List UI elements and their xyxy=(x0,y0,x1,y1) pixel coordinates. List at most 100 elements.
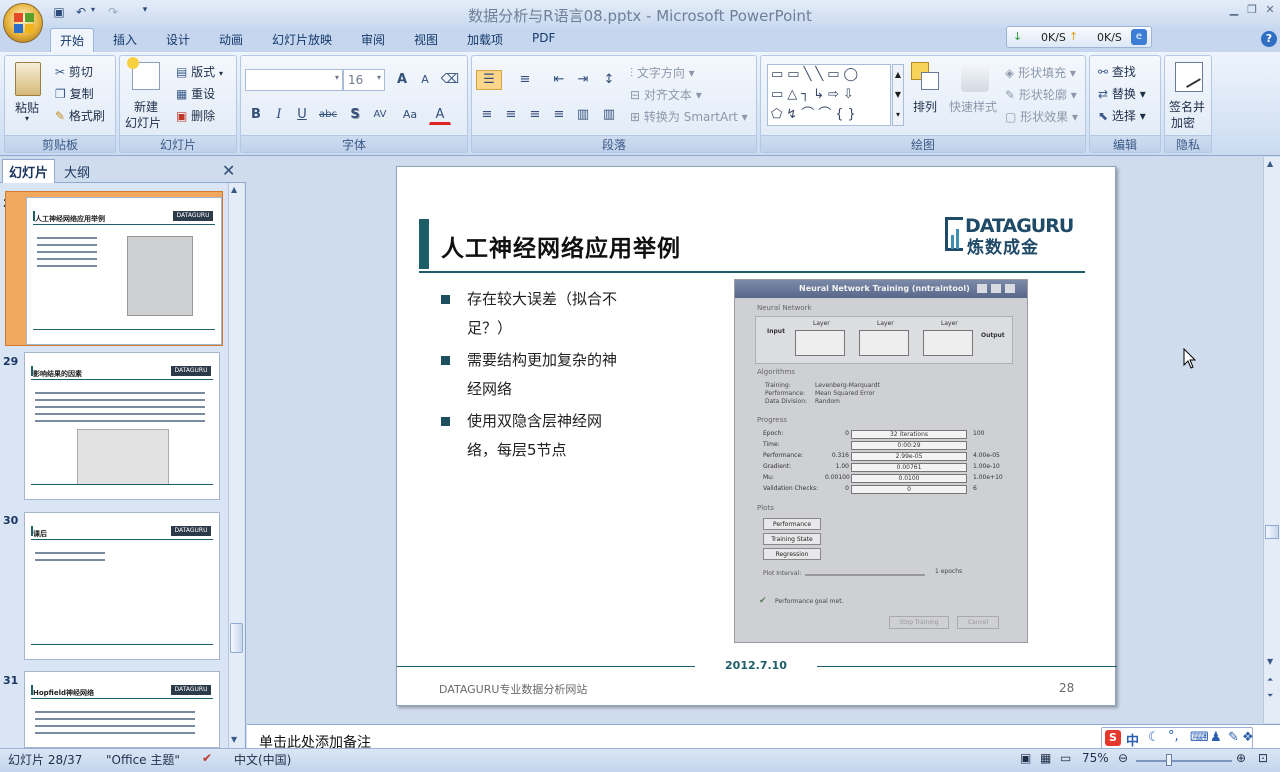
close-icon[interactable]: ✕ xyxy=(1260,3,1280,17)
distributed-button[interactable]: ▥ xyxy=(572,105,594,125)
zoom-slider-thumb[interactable] xyxy=(1166,754,1172,766)
font-color-button[interactable]: A xyxy=(429,105,451,125)
tab-slideshow[interactable]: 幻灯片放映 xyxy=(272,31,332,48)
columns-button[interactable]: ▥ xyxy=(596,105,622,125)
shadow-button[interactable]: S xyxy=(344,105,366,125)
new-slide-label-1[interactable]: 新建 xyxy=(134,98,158,115)
align-center-button[interactable]: ≡ xyxy=(500,105,522,125)
find-button[interactable]: ⚯ 查找 xyxy=(1098,63,1136,80)
quick-styles-button[interactable]: 快速样式 xyxy=(949,98,997,115)
sogou-icon[interactable]: S xyxy=(1105,730,1121,746)
scroll-down-icon[interactable]: ▼ xyxy=(231,735,237,744)
layout-button[interactable]: ▤ 版式 ▾ xyxy=(176,63,223,80)
shape-outline-button[interactable]: ✎ 形状轮廓 ▾ xyxy=(1005,86,1077,103)
nntraintool-screenshot[interactable]: Neural Network Training (nntraintool) Ne… xyxy=(734,279,1028,643)
char-spacing-button[interactable]: AV xyxy=(367,105,393,125)
bold-button[interactable]: B xyxy=(245,105,267,125)
next-slide-icon[interactable]: ⏷ xyxy=(1267,691,1273,701)
shapes-gallery-scroll[interactable]: ▲ ▼ ▾ xyxy=(892,64,904,126)
shrink-font-button[interactable]: A xyxy=(414,70,436,90)
zoom-level[interactable]: 75% xyxy=(1082,751,1109,765)
grow-font-button[interactable]: A xyxy=(391,70,413,90)
spellcheck-icon[interactable]: ✔ xyxy=(202,751,212,765)
align-left-button[interactable]: ≡ xyxy=(476,105,498,125)
select-button[interactable]: ⬉ 选择 ▾ xyxy=(1098,107,1146,124)
slide-scrollbar[interactable]: ▲ ▼ ⏶ ⏷ xyxy=(1263,157,1280,723)
shape-fill-button[interactable]: ◈ 形状填充 ▾ xyxy=(1005,64,1076,81)
skin-icon[interactable]: ❖ xyxy=(1242,730,1254,745)
pane-scroll-thumb[interactable] xyxy=(230,623,243,653)
zoom-out-icon[interactable]: ⊖ xyxy=(1118,751,1128,765)
clear-format-icon[interactable]: ⌫ xyxy=(439,70,461,90)
numbering-button[interactable]: ≡ xyxy=(512,70,538,90)
ime-language[interactable]: 中 xyxy=(1126,730,1139,749)
italic-button[interactable]: I xyxy=(268,105,290,125)
replace-button[interactable]: ⇄ 替换 ▾ xyxy=(1098,85,1146,102)
normal-view-icon[interactable]: ▣ xyxy=(1020,751,1031,765)
quick-styles-icon[interactable] xyxy=(961,64,989,92)
close-pane-icon[interactable]: ✕ xyxy=(222,161,235,180)
pane-scrollbar[interactable]: ▲ ▼ xyxy=(228,183,244,748)
font-size-field[interactable]: 16 ▾ xyxy=(343,69,385,91)
scroll-down-icon[interactable]: ▼ xyxy=(1267,657,1273,666)
increase-indent-button[interactable]: ⇥ xyxy=(572,70,594,90)
tab-insert[interactable]: 插入 xyxy=(113,31,137,48)
tab-addins[interactable]: 加载项 xyxy=(467,31,503,48)
sign-encrypt-label-1[interactable]: 签名并 xyxy=(1169,98,1205,115)
slide-canvas[interactable]: 人工神经网络应用举例 DATAGURU 炼数成金 存在较大误差（拟合不足？） 需… xyxy=(396,166,1117,706)
tab-animations[interactable]: 动画 xyxy=(219,31,243,48)
justify-button[interactable]: ≡ xyxy=(548,105,570,125)
tab-pdf[interactable]: PDF xyxy=(532,31,555,45)
paste-dropdown-icon[interactable]: ▾ xyxy=(25,114,29,123)
tab-slides-pane[interactable]: 幻灯片 xyxy=(2,159,56,183)
keyboard-icon[interactable]: ⌨ xyxy=(1190,730,1209,745)
slide-thumbnail-30[interactable]: 课后 DATAGURU xyxy=(24,512,220,660)
tab-home[interactable]: 开始 xyxy=(50,28,95,52)
zoom-slider[interactable] xyxy=(1136,760,1232,762)
arrange-button[interactable]: 排列 xyxy=(913,98,937,115)
reset-button[interactable]: ▦ 重设 xyxy=(176,85,215,102)
fit-to-window-icon[interactable]: ⊡ xyxy=(1258,751,1268,765)
align-right-button[interactable]: ≡ xyxy=(524,105,546,125)
office-button[interactable] xyxy=(3,3,43,43)
slideshow-view-icon[interactable]: ▭ xyxy=(1060,751,1071,765)
previous-slide-icon[interactable]: ⏶ xyxy=(1267,675,1273,685)
slide-title[interactable]: 人工神经网络应用举例 xyxy=(441,229,681,263)
slide-scroll-thumb[interactable] xyxy=(1265,525,1279,539)
punctuation-icon[interactable]: °, xyxy=(1168,729,1179,744)
scroll-up-icon[interactable]: ▲ xyxy=(1267,159,1273,168)
slide-sorter-icon[interactable]: ▦ xyxy=(1040,751,1051,765)
slide-thumbnail-28[interactable]: 人工神经网络应用举例 DATAGURU xyxy=(5,191,223,346)
zoom-in-icon[interactable]: ⊕ xyxy=(1236,751,1246,765)
restore-icon[interactable]: ❐ xyxy=(1242,3,1262,17)
tab-view[interactable]: 视图 xyxy=(414,31,438,48)
format-painter-button[interactable]: ✎ 格式刷 xyxy=(55,107,105,124)
moon-icon[interactable]: ☾ xyxy=(1148,730,1160,745)
font-name-field[interactable]: ▾ xyxy=(245,69,343,91)
shapes-gallery[interactable]: ▭▭╲╲▭◯ ▭△┐↳⇨⇩ ⬠↯⌒⌒{} xyxy=(767,64,891,126)
strikethrough-button[interactable]: abc xyxy=(315,105,341,125)
copy-button[interactable]: ❐ 复制 xyxy=(55,85,94,102)
slide-thumbnail-31[interactable]: Hopfield神经网络 DATAGURU xyxy=(24,671,220,748)
change-case-button[interactable]: Aa xyxy=(397,105,423,125)
shape-effects-button[interactable]: ▢ 形状效果 ▾ xyxy=(1005,108,1078,125)
text-direction-button[interactable]: ⫶ 文字方向 ▾ xyxy=(630,64,695,81)
tab-design[interactable]: 设计 xyxy=(166,31,190,48)
align-text-button[interactable]: ⊟ 对齐文本 ▾ xyxy=(630,86,702,103)
tab-outline-pane[interactable]: 大纲 xyxy=(64,162,90,181)
smartart-button[interactable]: ⊞ 转换为 SmartArt ▾ xyxy=(630,108,748,125)
wrench-icon[interactable]: ✎ xyxy=(1228,730,1239,745)
language-status[interactable]: 中文(中国) xyxy=(234,751,291,768)
underline-button[interactable]: U xyxy=(291,105,313,125)
paste-icon[interactable] xyxy=(15,62,41,96)
arrange-icon[interactable] xyxy=(911,62,941,92)
signature-icon[interactable] xyxy=(1175,62,1203,92)
help-icon[interactable]: ? xyxy=(1261,31,1277,47)
cut-button[interactable]: ✂ 剪切 xyxy=(55,63,93,80)
scroll-up-icon[interactable]: ▲ xyxy=(231,185,237,194)
new-slide-label-2[interactable]: 幻灯片 xyxy=(125,114,161,131)
minimize-icon[interactable]: ▁ xyxy=(1224,3,1244,17)
tab-review[interactable]: 审阅 xyxy=(361,31,385,48)
line-spacing-button[interactable]: ↕ xyxy=(596,70,622,90)
network-app-icon[interactable]: e xyxy=(1131,29,1147,45)
